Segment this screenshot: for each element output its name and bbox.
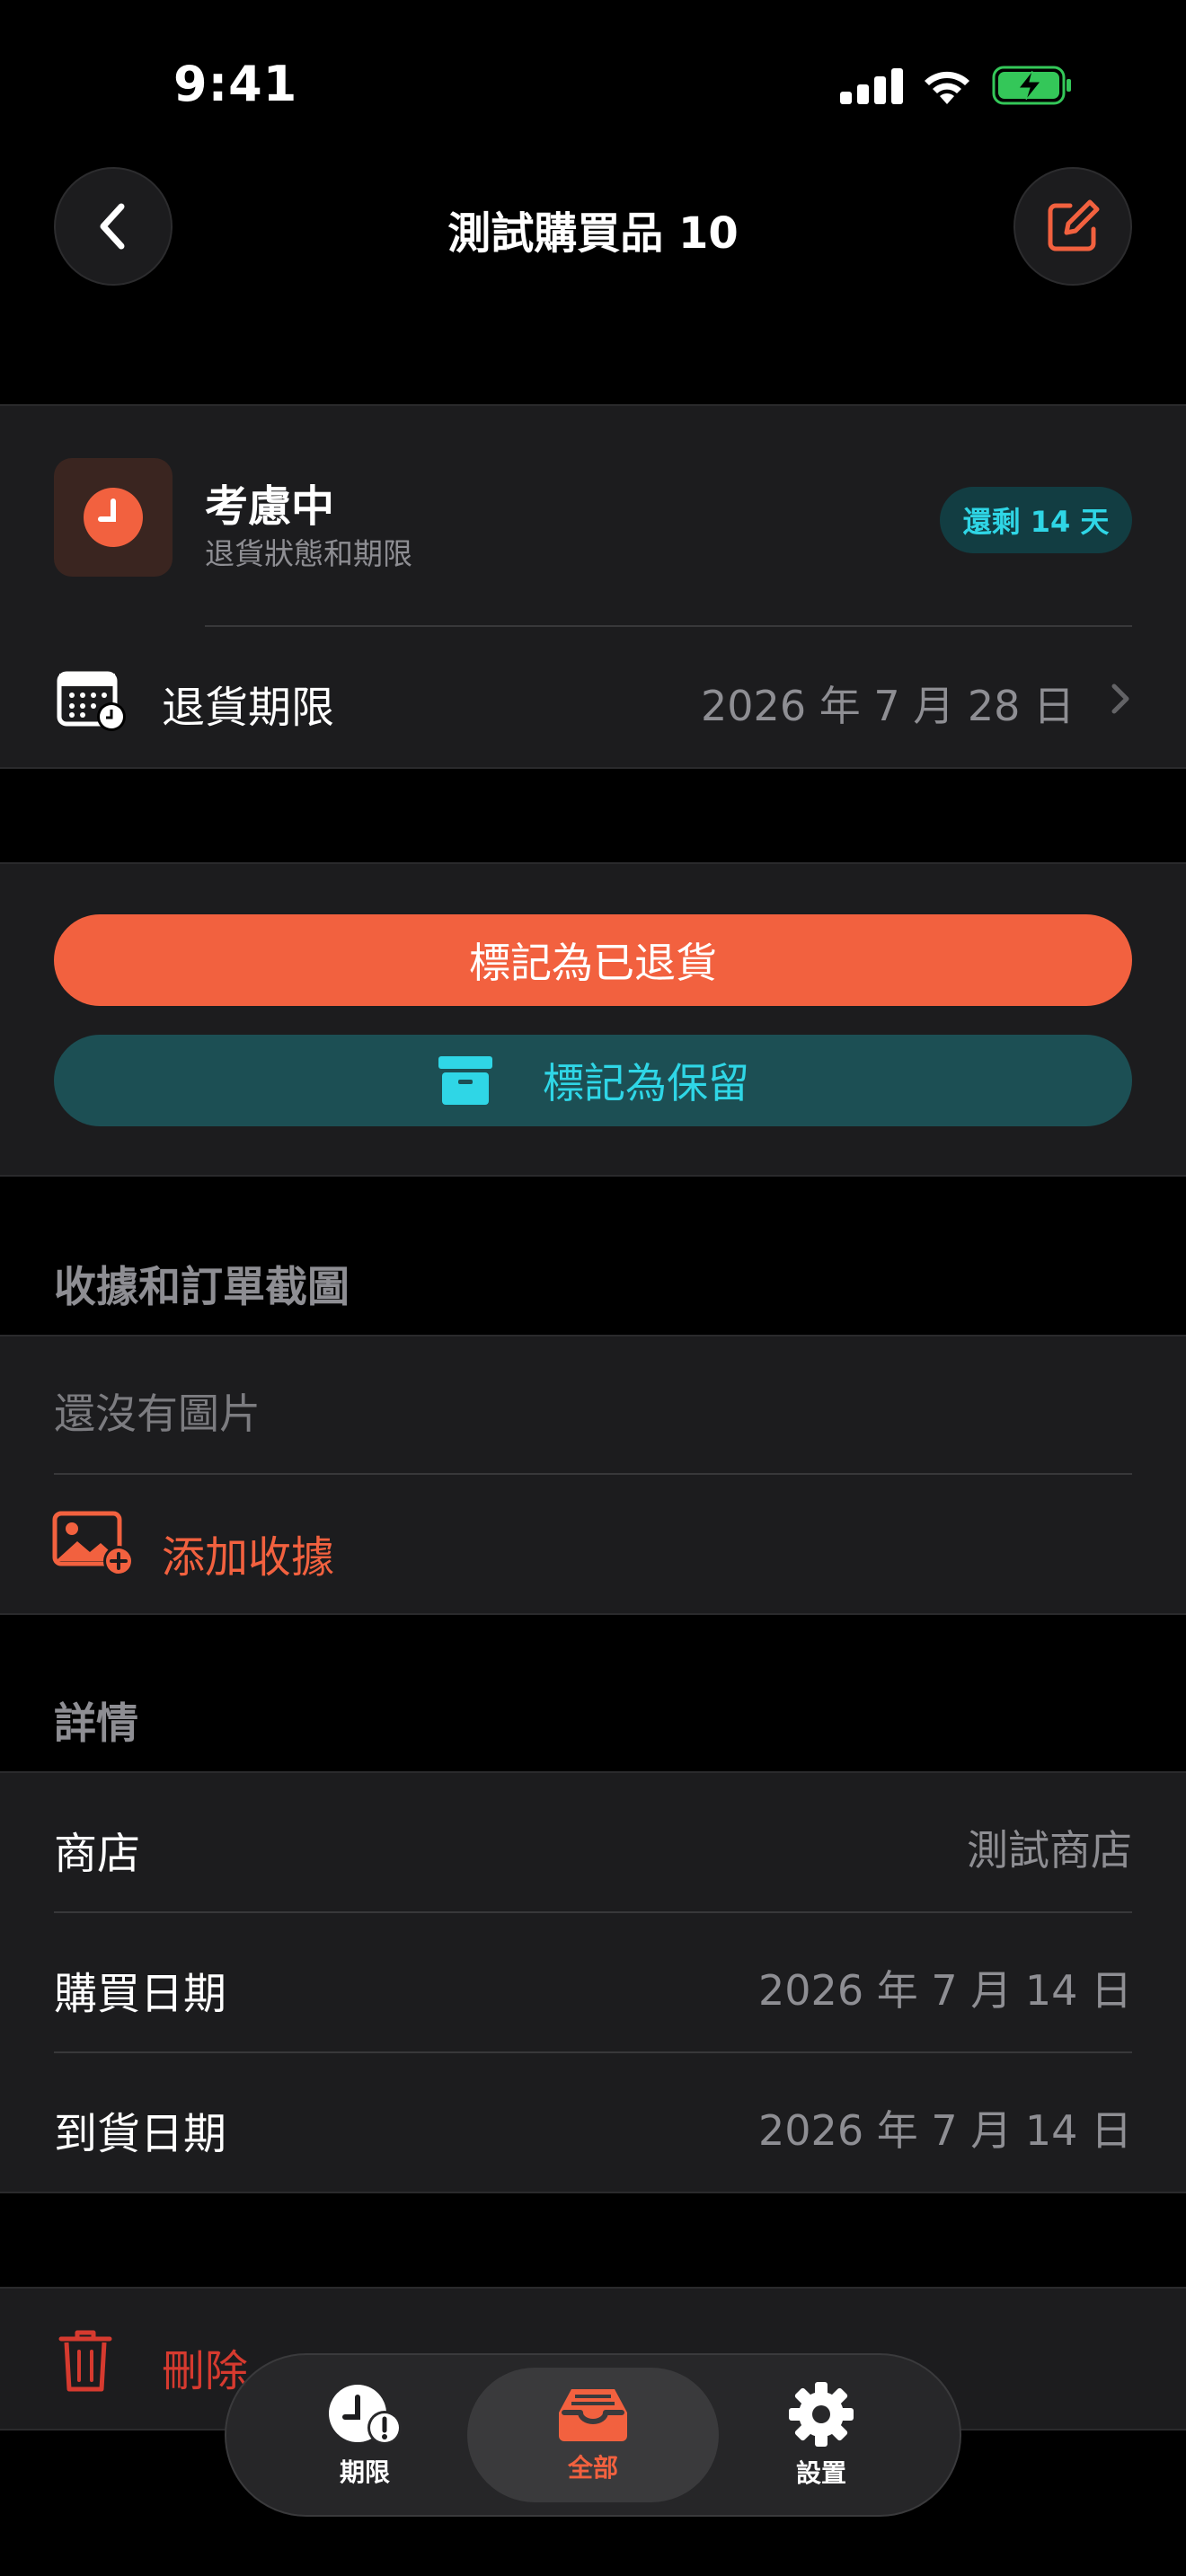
mark-keep-button[interactable]: 標記為保留 bbox=[54, 1035, 1132, 1126]
detail-label: 購買日期 bbox=[54, 1969, 227, 2019]
delete-label: 刪除 bbox=[162, 2346, 249, 2396]
back-button[interactable] bbox=[54, 167, 173, 286]
tab-all[interactable]: 全部 bbox=[467, 2368, 719, 2502]
deadline-row[interactable]: 退貨期限 2026 年 7 月 28 日 bbox=[0, 627, 1186, 769]
status-title: 考慮中 bbox=[205, 481, 335, 532]
battery-charging-icon bbox=[992, 66, 1071, 105]
detail-label: 到貨日期 bbox=[54, 2109, 227, 2159]
no-images-text: 還沒有圖片 bbox=[54, 1389, 261, 1438]
details-card: 商店 測試商店 購買日期 2026 年 7 月 14 日 到貨日期 2026 年… bbox=[0, 1771, 1186, 2193]
actions-card: 標記為已退貨 標記為保留 bbox=[0, 862, 1186, 1177]
receipts-card: 還沒有圖片 添加收據 bbox=[0, 1335, 1186, 1615]
mark-keep-label: 標記為保留 bbox=[543, 1059, 749, 1107]
detail-value: 2026 年 7 月 14 日 bbox=[758, 1966, 1132, 2015]
receipts-header: 收據和訂單截圖 bbox=[54, 1263, 350, 1312]
tab-bar: 期限 全部 設置 bbox=[225, 2353, 961, 2517]
tab-deadlines-label: 期限 bbox=[339, 2457, 390, 2487]
tab-settings-label: 設置 bbox=[795, 2458, 846, 2488]
tab-settings[interactable]: 設置 bbox=[695, 2368, 947, 2502]
calendar-clock-icon bbox=[57, 671, 126, 731]
detail-value: 測試商店 bbox=[967, 1826, 1132, 1875]
mark-returned-button[interactable]: 標記為已退貨 bbox=[54, 914, 1132, 1006]
cellular-signal-icon bbox=[840, 68, 903, 104]
add-photo-icon bbox=[52, 1511, 134, 1576]
edit-icon bbox=[1048, 199, 1100, 251]
tab-deadlines[interactable]: 期限 bbox=[239, 2368, 491, 2502]
wifi-icon bbox=[925, 71, 969, 104]
tray-icon bbox=[559, 2389, 627, 2441]
status-time: 9:41 bbox=[173, 56, 298, 112]
mark-returned-label: 標記為已退貨 bbox=[469, 939, 717, 987]
add-receipt-button[interactable]: 添加收據 bbox=[0, 1475, 1186, 1615]
detail-value: 2026 年 7 月 14 日 bbox=[758, 2106, 1132, 2155]
edit-button[interactable] bbox=[1013, 167, 1132, 286]
detail-row-arrival-date: 到貨日期 2026 年 7 月 14 日 bbox=[0, 2053, 1186, 2192]
tab-all-label: 全部 bbox=[567, 2453, 618, 2483]
detail-row-store: 商店 測試商店 bbox=[0, 1773, 1186, 1911]
archive-box-icon bbox=[438, 1056, 492, 1105]
clock-alert-icon bbox=[329, 2385, 402, 2445]
add-receipt-label: 添加收據 bbox=[162, 1532, 335, 1583]
chevron-left-icon bbox=[100, 203, 125, 250]
status-card: 考慮中 退貨狀態和期限 還剩 14 天 退貨期限 2026 年 7 月 28 日 bbox=[0, 404, 1186, 769]
status-subtitle: 退貨狀態和期限 bbox=[205, 536, 412, 571]
deadline-label: 退貨期限 bbox=[162, 683, 335, 733]
detail-label: 商店 bbox=[54, 1829, 141, 1879]
clock-icon bbox=[84, 488, 143, 547]
trash-icon bbox=[58, 2330, 112, 2392]
chevron-right-icon bbox=[1111, 684, 1129, 714]
status-icon-box bbox=[54, 458, 173, 577]
deadline-value: 2026 年 7 月 28 日 bbox=[701, 682, 1075, 730]
details-header: 詳情 bbox=[54, 1699, 138, 1749]
gear-icon bbox=[789, 2382, 854, 2447]
days-left-badge: 還剩 14 天 bbox=[940, 487, 1132, 553]
detail-row-purchase-date: 購買日期 2026 年 7 月 14 日 bbox=[0, 1913, 1186, 2051]
page-title: 測試購買品 10 bbox=[447, 208, 739, 259]
